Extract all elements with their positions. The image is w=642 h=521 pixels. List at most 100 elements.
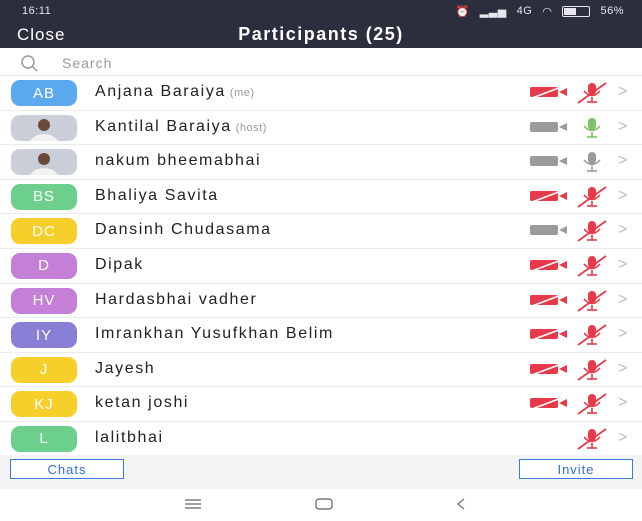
participant-row[interactable]: nakum bheemabhai > [0,145,642,180]
participant-role: (me) [229,87,255,99]
footer-bar: Chats Invite [0,455,642,489]
participant-list: AB Anjana Baraiya (me) > Kantilal Baraiya (ho… [0,76,642,457]
chats-button[interactable]: Chats [10,459,124,479]
mic-muted-icon [576,359,608,386]
menu-icon[interactable] [183,497,203,511]
participant-name: Kantilal Baraiya (host) [95,118,267,136]
chevron-right-icon[interactable]: > [618,152,627,170]
video-off-icon [530,396,568,415]
video-on-icon [530,223,568,242]
avatar-initials: AB [32,84,55,102]
avatar: J [11,356,77,383]
status-time: 16:11 [22,5,52,17]
status-bar: 16:11 ⏰ ▂▃▅ 4G ◠ 56% [0,0,642,22]
avatar-photo [11,149,77,176]
chevron-right-icon[interactable]: > [618,187,627,205]
search-input[interactable] [60,52,604,74]
participant-name: nakum bheemabhai [95,152,261,170]
back-icon[interactable] [454,497,468,511]
mic-muted-icon [576,186,608,213]
chevron-right-icon[interactable]: > [618,256,627,274]
participant-row[interactable]: HV Hardasbhai vadher > [0,284,642,319]
avatar-initials: HV [32,292,56,310]
alarm-icon: ⏰ [455,5,470,18]
participant-row[interactable]: Kantilal Baraiya (host) > [0,111,642,146]
participant-name-text: Dansinh Chudasama [95,221,272,239]
participant-row[interactable]: D Dipak > [0,249,642,284]
status-icons: ⏰ ▂▃▅ 4G ◠ 56% [456,5,624,18]
participant-name-text: Hardasbhai vadher [95,290,258,308]
avatar-initials: DC [32,222,56,240]
participant-name-text: Jayesh [95,359,156,377]
video-off-icon [530,327,568,346]
participant-role: (host) [235,121,267,134]
mic-icon [576,151,608,178]
avatar-initials: BS [32,188,55,206]
mic-muted-icon [576,393,608,420]
participant-name: ketan joshi [95,394,189,412]
participant-name: Dansinh Chudasama [95,221,272,239]
wifi-icon: ◠ [542,5,553,18]
chevron-right-icon[interactable]: > [618,394,627,412]
avatar: BS [11,183,77,210]
page-title: Participants (25) [238,24,404,44]
participant-name-text: Bhaliya Savita [95,186,219,204]
search-icon [21,55,38,72]
avatar-initials: J [39,361,49,379]
participant-name: Hardasbhai vadher [95,291,257,309]
video-on-icon [530,154,568,173]
avatar: L [11,425,77,452]
participant-name: Anjana Baraiya (me) [95,83,255,101]
avatar: IY [11,322,77,349]
chevron-right-icon[interactable]: > [618,83,627,101]
chevron-right-icon[interactable]: > [618,325,627,343]
participant-row[interactable]: Llalitbhai > [0,422,642,457]
participant-name: Imrankhan Yusufkhan Belim [95,325,334,343]
chevron-right-icon[interactable]: > [618,221,627,239]
video-off-icon [530,258,568,277]
signal-icon: ▂▃▅ [479,5,507,18]
participant-name-text: ketan joshi [95,394,190,412]
avatar: D [11,252,77,279]
header: Close Participants (25) [0,22,642,48]
chevron-right-icon[interactable]: > [618,118,627,136]
participant-row[interactable]: DC Dansinh Chudasama > [0,214,642,249]
avatar-initials: KJ [34,395,54,413]
participant-name-text: Dipak [95,255,144,273]
participant-name: lalitbhai [95,429,164,447]
invite-button[interactable]: Invite [519,459,633,479]
chevron-right-icon[interactable]: > [618,429,627,447]
search-bar [0,48,642,76]
video-off-icon [530,189,568,208]
home-icon[interactable] [314,497,334,511]
avatar: AB [11,80,77,106]
video-off-icon [530,292,568,312]
video-off-icon [530,85,568,104]
mic-active-icon [576,117,608,144]
participant-row[interactable]: AB Anjana Baraiya (me) > [0,76,642,111]
avatar-initials: L [39,430,49,448]
android-nav-bar [0,489,642,521]
participant-name-text: Kantilal Baraiya [95,117,232,135]
chevron-right-icon[interactable]: > [618,291,627,309]
chevron-right-icon[interactable]: > [618,360,627,378]
avatar: HV [11,287,77,314]
network-type: 4G [516,5,533,17]
video-off-icon [530,362,568,381]
mic-muted-icon [576,82,608,109]
battery-level: 56% [600,5,624,17]
avatar: DC [11,218,77,245]
participant-row[interactable]: KJ ketan joshi > [0,387,642,422]
participant-name: Jayesh [95,360,155,378]
participant-name: Dipak [95,256,144,274]
participant-row[interactable]: IY Imrankhan Yusufkhan Belim > [0,318,642,353]
participant-row[interactable]: J Jayesh > [0,353,642,388]
participant-name-text: Imrankhan Yusufkhan Belim [95,325,334,343]
mic-muted-icon [576,220,608,247]
participant-row[interactable]: BS Bhaliya Savita > [0,180,642,215]
avatar-initials: D [38,257,50,275]
video-on-icon [530,120,568,139]
avatar-initials: IY [35,326,53,344]
mic-muted-icon [576,324,608,351]
avatar: KJ [11,391,77,418]
